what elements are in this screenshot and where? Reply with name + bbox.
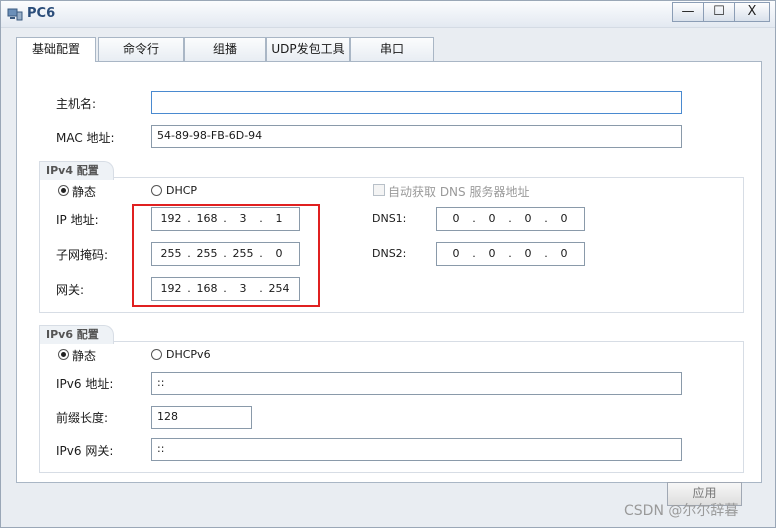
mac-input[interactable]: 54-89-98-FB-6D-94	[151, 125, 682, 148]
dns1-label: DNS1:	[372, 212, 407, 225]
ipv4-static-label: 静态	[72, 185, 97, 199]
ipv6-static-label: 静态	[72, 349, 97, 363]
ipv6-dhcp-label: DHCPv6	[166, 348, 211, 361]
hostname-label: 主机名:	[56, 97, 97, 111]
tab-serial[interactable]: 串口	[350, 37, 434, 61]
watermark: CSDN @尔尔辞暮	[624, 503, 739, 519]
ipv4-static-radio[interactable]	[58, 185, 69, 196]
dns2-label: DNS2:	[372, 247, 407, 260]
auto-dns-label: 自动获取 DNS 服务器地址	[388, 185, 530, 199]
ipv4-dhcp-radio[interactable]	[151, 185, 162, 196]
pc-app-icon	[7, 8, 23, 21]
hostname-input[interactable]	[151, 91, 682, 114]
minimize-button[interactable]: —	[672, 2, 704, 22]
prefix-length-input[interactable]: 128	[151, 406, 252, 429]
pc6-config-window: PC6 — ☐ X 基础配置 命令行 组播 UDP发包工具 串口 主机名: MA…	[0, 0, 776, 528]
tab-multicast[interactable]: 组播	[184, 37, 266, 61]
ipv6-dhcp-radio[interactable]	[151, 349, 162, 360]
dns-octet: 0	[524, 212, 532, 225]
ipv6-static-radio[interactable]	[58, 349, 69, 360]
dns-octet: 0	[524, 247, 532, 260]
auto-dns-checkbox[interactable]	[373, 184, 385, 196]
ipv6-address-label: IPv6 地址:	[56, 377, 114, 391]
dns-octet: 0	[560, 247, 568, 260]
gateway-label: 网关:	[56, 283, 85, 297]
tab-basic-config[interactable]: 基础配置	[16, 37, 96, 62]
dns2-input[interactable]: 0 . 0 . 0 . 0	[436, 242, 585, 266]
tab-udp-tool[interactable]: UDP发包工具	[266, 37, 350, 61]
close-button[interactable]: X	[734, 2, 770, 22]
ipv4-group-title: IPv4 配置	[39, 161, 114, 180]
ipv6-gateway-label: IPv6 网关:	[56, 444, 114, 458]
ipv4-dhcp-label: DHCP	[166, 184, 198, 197]
dns1-input[interactable]: 0 . 0 . 0 . 0	[436, 207, 585, 231]
dns-octet: 0	[488, 212, 496, 225]
maximize-button[interactable]: ☐	[703, 2, 735, 22]
subnet-mask-label: 子网掩码:	[56, 248, 109, 262]
prefix-length-label: 前缀长度:	[56, 411, 109, 425]
mac-label: MAC 地址:	[56, 131, 115, 145]
ipv6-gateway-input[interactable]: ::	[151, 438, 682, 461]
ipv6-address-input[interactable]: ::	[151, 372, 682, 395]
dns-octet: 0	[560, 212, 568, 225]
window-title: PC6	[27, 6, 56, 21]
tab-command-line[interactable]: 命令行	[98, 37, 184, 61]
ip-address-label: IP 地址:	[56, 213, 99, 227]
red-highlight-box	[132, 204, 320, 307]
title-bar[interactable]: PC6 — ☐ X	[1, 1, 775, 28]
dns-octet: 0	[452, 212, 460, 225]
ipv6-group-title: IPv6 配置	[39, 325, 114, 344]
dns-octet: 0	[452, 247, 460, 260]
dns-octet: 0	[488, 247, 496, 260]
